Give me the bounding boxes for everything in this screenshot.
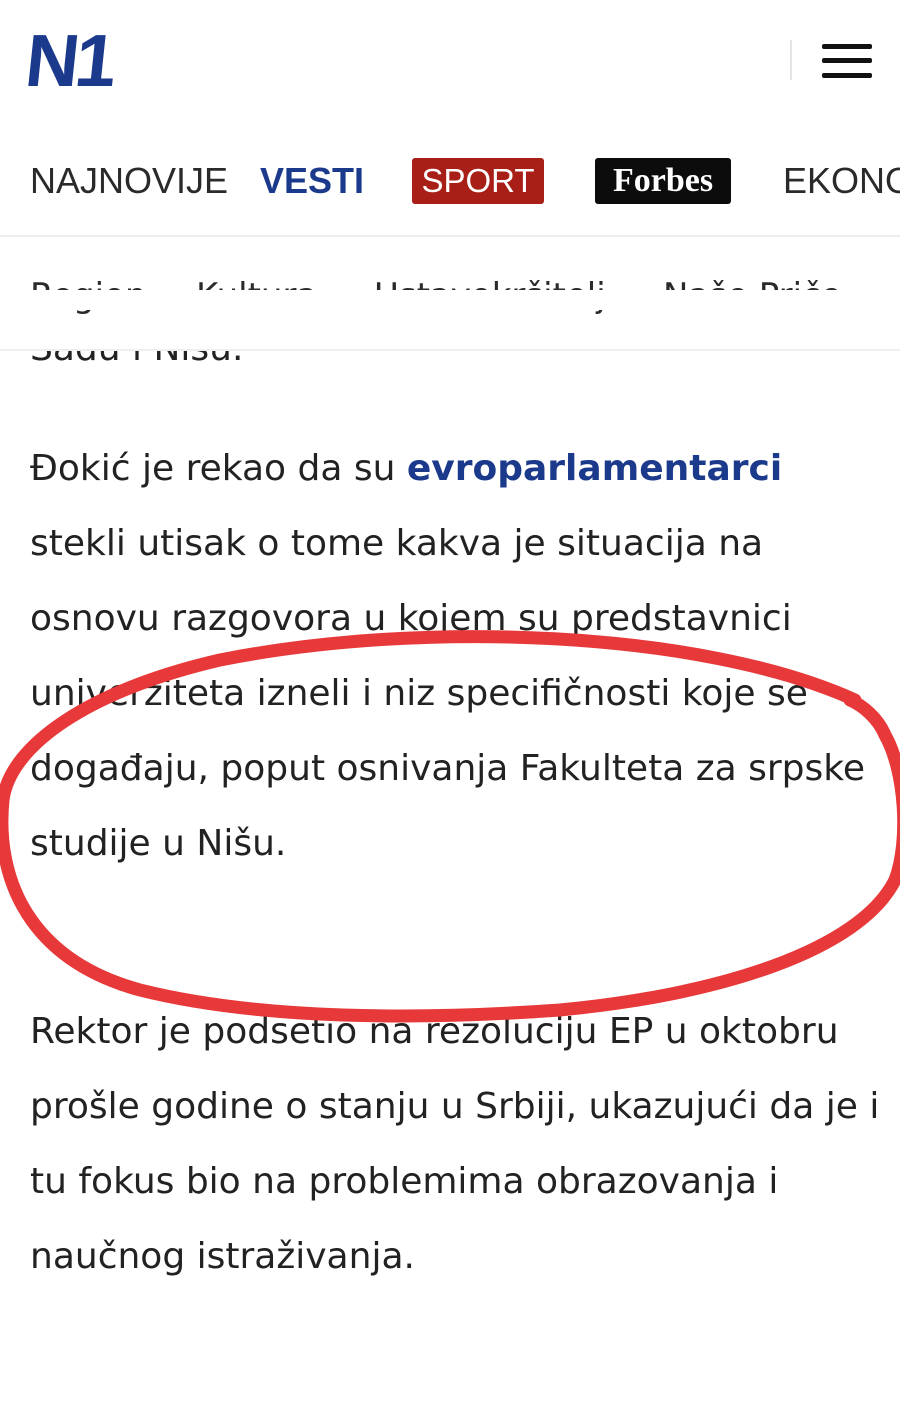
n1-logo[interactable]: N1 <box>22 19 117 102</box>
nav-item-forbes[interactable]: Forbes <box>595 158 731 204</box>
nav-item-najnovije[interactable]: NAJNOVIJE <box>30 158 228 204</box>
page: N1 NAJNOVIJE VESTI SPORT Forbes EKONO Re… <box>0 0 900 1401</box>
primary-nav: NAJNOVIJE VESTI SPORT Forbes EKONO <box>0 120 900 237</box>
subnav-next-item-peek <box>0 290 900 310</box>
header-divider <box>790 40 792 80</box>
article-partial-line: Sadu i Nišu. <box>30 351 880 386</box>
nav-item-sport[interactable]: SPORT <box>412 158 544 204</box>
nav-item-ekonomija[interactable]: EKONO <box>783 158 900 204</box>
article-paragraph-1: Đokić je rekao da su evroparlamentarci s… <box>30 431 880 881</box>
article-body: Sadu i Nišu. Đokić je rekao da su evropa… <box>0 351 900 1401</box>
article-paragraph-2: Rektor je podsetio na rezoluciju EP u ok… <box>30 1011 880 1277</box>
site-header: N1 <box>0 0 900 120</box>
evroparlamentarci-link[interactable]: evroparlamentarci <box>407 448 782 489</box>
paragraph-1-text-start: Đokić je rekao da su <box>30 448 407 489</box>
paragraph-1-text-end: stekli utisak o tome kakva je situacija … <box>30 523 865 864</box>
hamburger-icon[interactable] <box>822 42 874 80</box>
nav-item-vesti[interactable]: VESTI <box>260 158 364 204</box>
